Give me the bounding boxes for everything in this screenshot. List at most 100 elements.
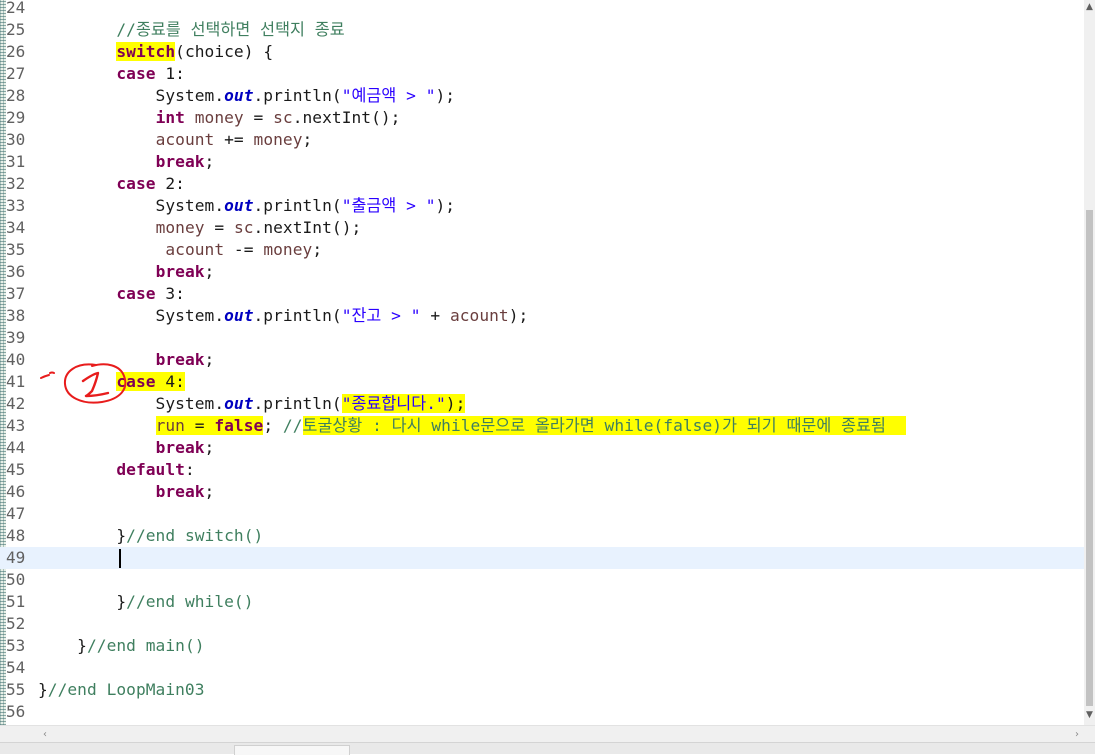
code-text[interactable]: System.out.println("예금액 > "); — [38, 85, 455, 107]
code-line[interactable]: 38 System.out.println("잔고 > " + acount); — [0, 305, 1084, 327]
code-text[interactable]: System.out.println("잔고 > " + acount); — [38, 305, 529, 327]
code-text[interactable]: break; — [38, 261, 215, 283]
code-token: "종료합니다." — [341, 394, 446, 413]
code-token: ; — [302, 130, 313, 149]
code-token: .println( — [253, 394, 342, 413]
code-line[interactable]: 46 break; — [0, 481, 1084, 503]
code-text[interactable]: case 1: — [38, 63, 185, 85]
code-line[interactable]: 29 int money = sc.nextInt(); — [0, 107, 1084, 129]
code-text[interactable]: break; — [38, 151, 215, 173]
code-line[interactable]: 41 case 4: — [0, 371, 1084, 393]
code-text[interactable]: break; — [38, 437, 215, 459]
code-token: //end LoopMain03 — [47, 680, 205, 699]
code-token: ); — [445, 394, 466, 413]
code-token: + — [420, 306, 450, 325]
line-number: 42 — [6, 394, 26, 413]
code-line[interactable]: 56 — [0, 701, 1084, 723]
code-token: run — [155, 416, 185, 435]
code-text[interactable]: }//end switch() — [38, 525, 263, 547]
code-line[interactable]: 53 }//end main() — [0, 635, 1084, 657]
code-line[interactable]: 40 break; — [0, 349, 1084, 371]
code-line[interactable]: 34 money = sc.nextInt(); — [0, 217, 1084, 239]
code-token: money — [155, 218, 205, 237]
code-token: sc — [273, 108, 293, 127]
code-line[interactable]: 30 acount += money; — [0, 129, 1084, 151]
code-text[interactable]: }//end main() — [38, 635, 205, 657]
code-text[interactable]: int money = sc.nextInt(); — [38, 107, 401, 129]
code-text[interactable]: //종료를 선택하면 선택지 종료 — [38, 19, 345, 41]
line-number: 29 — [6, 108, 26, 127]
line-number: 24 — [6, 0, 26, 17]
line-number: 45 — [6, 460, 26, 479]
code-line[interactable]: 32 case 2: — [0, 173, 1084, 195]
code-line[interactable]: 28 System.out.println("예금액 > "); — [0, 85, 1084, 107]
scroll-up-icon[interactable]: ▲ — [1084, 0, 1095, 14]
code-token: "출금액 > " — [341, 196, 436, 215]
code-token: System. — [38, 86, 225, 105]
code-text[interactable]: acount -= money; — [38, 239, 322, 261]
scroll-right-icon[interactable]: › — [1070, 726, 1084, 743]
line-number: 49 — [6, 548, 26, 567]
annotation-tick-mark — [40, 371, 55, 379]
horizontal-scrollbar[interactable]: ‹ › — [0, 725, 1095, 743]
code-line[interactable]: 47 — [0, 503, 1084, 525]
code-line[interactable]: 45 default: — [0, 459, 1084, 481]
code-text[interactable]: case 2: — [38, 173, 185, 195]
code-line[interactable]: 24 — [0, 0, 1084, 19]
code-token: ; — [204, 438, 215, 457]
line-number: 43 — [6, 416, 26, 435]
code-text[interactable]: break; — [38, 481, 215, 503]
code-text[interactable]: run = false; //토굴상황 : 다시 while문으로 올라가면 w… — [38, 415, 906, 437]
code-line[interactable]: 43 run = false; //토굴상황 : 다시 while문으로 올라가… — [0, 415, 1084, 437]
code-text[interactable]: }//end while() — [38, 591, 254, 613]
code-text[interactable]: }//end LoopMain03 — [38, 679, 205, 701]
code-token: sc — [233, 218, 254, 237]
code-token: money — [263, 240, 313, 259]
vertical-scroll-thumb[interactable] — [1086, 210, 1093, 706]
line-number: 53 — [6, 636, 26, 655]
code-line[interactable]: 52 — [0, 613, 1084, 635]
code-line[interactable]: 50 — [0, 569, 1084, 591]
code-line[interactable]: 54 — [0, 657, 1084, 679]
code-token: ); — [435, 86, 456, 105]
bottom-panel-tab[interactable] — [234, 745, 350, 755]
code-text[interactable]: money = sc.nextInt(); — [38, 217, 362, 239]
code-token: acount — [165, 240, 225, 259]
code-token: break — [155, 262, 205, 281]
code-line[interactable]: 27 case 1: — [0, 63, 1084, 85]
annotation-number-1 — [81, 371, 110, 398]
code-line[interactable]: 26 switch(choice) { — [0, 41, 1084, 63]
code-line[interactable]: 44 break; — [0, 437, 1084, 459]
code-line[interactable]: 25 //종료를 선택하면 선택지 종료 — [0, 19, 1084, 41]
code-line[interactable]: 35 acount -= money; — [0, 239, 1084, 261]
code-line[interactable]: 42 System.out.println("종료합니다."); — [0, 393, 1084, 415]
code-text[interactable]: switch(choice) { — [38, 41, 273, 63]
code-line[interactable]: 33 System.out.println("출금액 > "); — [0, 195, 1084, 217]
code-line[interactable]: 31 break; — [0, 151, 1084, 173]
code-text[interactable]: default: — [38, 459, 195, 481]
line-number: 25 — [6, 20, 26, 39]
code-token: case — [116, 174, 156, 193]
code-line[interactable]: 55}//end LoopMain03 — [0, 679, 1084, 701]
scroll-left-icon[interactable]: ‹ — [38, 726, 52, 743]
code-line[interactable]: 51 }//end while() — [0, 591, 1084, 613]
vertical-scrollbar[interactable]: ▲ ▼ — [1084, 0, 1095, 725]
code-token: += — [214, 130, 254, 149]
code-token: : — [184, 460, 195, 479]
code-text[interactable]: acount += money; — [38, 129, 313, 151]
code-token: System. — [38, 196, 225, 215]
code-line[interactable]: 48 }//end switch() — [0, 525, 1084, 547]
code-token: switch — [116, 42, 176, 61]
line-number: 26 — [6, 42, 26, 61]
scroll-down-icon[interactable]: ▼ — [1084, 708, 1095, 722]
code-line[interactable]: 39 — [0, 327, 1084, 349]
code-text[interactable]: System.out.println("출금액 > "); — [38, 195, 455, 217]
code-text[interactable]: case 3: — [38, 283, 185, 305]
code-line[interactable]: 36 break; — [0, 261, 1084, 283]
code-editor[interactable]: 24 25 //종료를 선택하면 선택지 종료 26 switch(choice) … — [0, 0, 1084, 725]
line-number: 54 — [6, 658, 26, 677]
code-line[interactable]: 37 case 3: — [0, 283, 1084, 305]
code-line[interactable]: 49 — [0, 547, 1084, 569]
code-token: //end while() — [126, 592, 254, 611]
